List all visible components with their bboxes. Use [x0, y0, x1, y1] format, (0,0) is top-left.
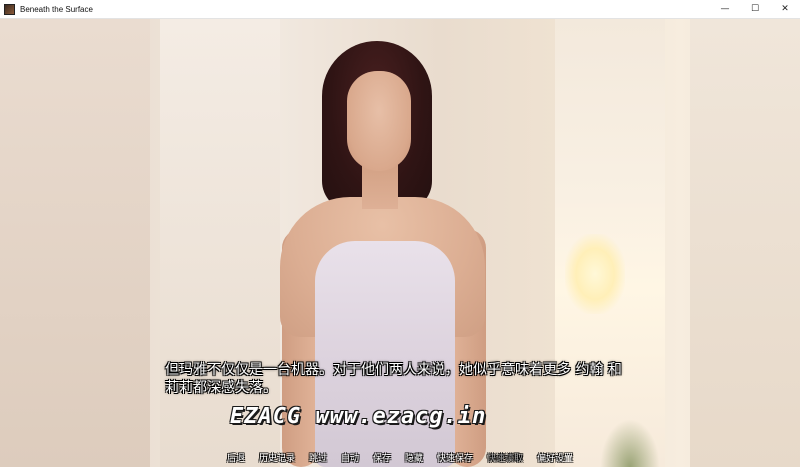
game-scene[interactable] — [0, 19, 800, 467]
quick-menu-hide[interactable]: 隐藏 — [405, 453, 423, 467]
background-wall — [0, 19, 150, 467]
quick-menu-quick-load[interactable]: 快速读取 — [487, 453, 523, 467]
character-dress — [315, 241, 455, 467]
close-button[interactable]: ✕ — [770, 0, 800, 18]
quick-menu-skip[interactable]: 跳过 — [309, 453, 327, 467]
maximize-button[interactable]: ☐ — [740, 0, 770, 18]
character-sprite — [270, 19, 500, 467]
minimize-button[interactable]: — — [710, 0, 740, 18]
window-title: Beneath the Surface — [20, 4, 93, 14]
quick-menu-save[interactable]: 保存 — [373, 453, 391, 467]
quick-menu-back[interactable]: 后退 — [227, 453, 245, 467]
dialogue-text[interactable]: 但玛雅不仅仅是一台机器。对于他们两人来说，她似乎意味着更多 约翰 和莉莉都深感失… — [165, 361, 625, 397]
window-controls: — ☐ ✕ — [710, 0, 800, 18]
quick-menu-auto[interactable]: 自动 — [341, 453, 359, 467]
background-door — [160, 19, 280, 467]
app-icon — [4, 3, 15, 15]
quick-menu-history[interactable]: 历史记录 — [259, 453, 295, 467]
background-lamp — [565, 234, 625, 314]
watermark-text: EZACG www.ezacg.in — [230, 404, 487, 429]
character-face — [347, 71, 411, 171]
background-frame — [690, 19, 800, 467]
quick-menu-quick-save[interactable]: 快速保存 — [437, 453, 473, 467]
quick-menu: 后退 历史记录 跳过 自动 保存 隐藏 快速保存 快速读取 偏好设置 — [0, 453, 800, 467]
game-window: Beneath the Surface — ☐ ✕ 但玛雅不仅仅是一台机器。对于… — [0, 0, 800, 467]
title-bar[interactable]: Beneath the Surface — ☐ ✕ — [0, 0, 800, 19]
quick-menu-preferences[interactable]: 偏好设置 — [537, 453, 573, 467]
